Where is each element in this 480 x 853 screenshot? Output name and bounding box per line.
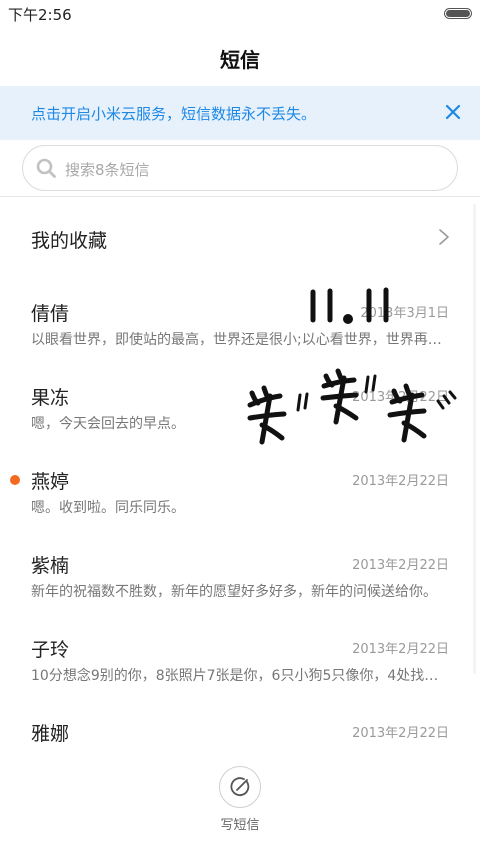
close-icon[interactable] [442, 101, 464, 123]
conversation-row[interactable]: 子玲 2013年2月22日 10分想念9别的你，8张照片7张是你，6只小狗5只像… [0, 635, 480, 719]
status-bar: 下午2:56 [0, 0, 480, 26]
compose-button[interactable] [219, 766, 261, 808]
unread-dot [10, 475, 20, 485]
title-bar: 短信 [0, 26, 480, 86]
cloud-service-banner[interactable]: 点击开启小米云服务，短信数据永不丢失。 [0, 86, 480, 140]
search-input[interactable]: 搜索8条短信 [22, 145, 458, 191]
message-date: 2013年2月22日 [352, 726, 449, 741]
contact-name: 子玲 [31, 639, 70, 661]
chevron-right-icon [439, 229, 449, 245]
double-eleven-sticker [247, 287, 457, 445]
message-snippet: 10分想念9别的你，8张照片7张是你，6只小狗5只像你，4处找你。 [31, 668, 449, 684]
compose-label[interactable]: 写短信 [0, 814, 480, 833]
scrollbar-track[interactable] [473, 204, 476, 674]
favorites-label: 我的收藏 [31, 230, 108, 252]
contact-name: 倩倩 [31, 303, 70, 325]
status-time: 下午2:56 [8, 6, 72, 24]
page-title: 短信 [220, 48, 260, 72]
conversation-row[interactable]: 雅娜 2013年2月22日 [0, 719, 480, 749]
contact-name: 燕婷 [31, 471, 70, 493]
battery-full-icon [444, 8, 472, 19]
contact-name: 紫楠 [31, 555, 70, 577]
favorites-row[interactable]: 我的收藏 [0, 197, 480, 277]
search-icon [36, 158, 56, 178]
message-date: 2013年2月22日 [352, 642, 449, 657]
compose-icon [230, 777, 250, 797]
conversation-row[interactable]: 燕婷 2013年2月22日 嗯。收到啦。同乐同乐。 [0, 467, 480, 551]
search-placeholder: 搜索8条短信 [65, 161, 150, 179]
bottom-bar: 写短信 [0, 749, 480, 853]
contact-name: 果冻 [31, 387, 70, 409]
contact-name: 雅娜 [31, 723, 70, 745]
message-date: 2013年2月22日 [352, 558, 449, 573]
banner-text[interactable]: 点击开启小米云服务，短信数据永不丢失。 [31, 103, 316, 124]
message-snippet: 新年的祝福数不胜数，新年的愿望好多好多，新年的问候送给你。 [31, 584, 437, 600]
message-snippet: 嗯。收到啦。同乐同乐。 [31, 500, 185, 516]
conversation-row[interactable]: 紫楠 2013年2月22日 新年的祝福数不胜数，新年的愿望好多好多，新年的问候送… [0, 551, 480, 635]
message-date: 2013年2月22日 [352, 474, 449, 489]
